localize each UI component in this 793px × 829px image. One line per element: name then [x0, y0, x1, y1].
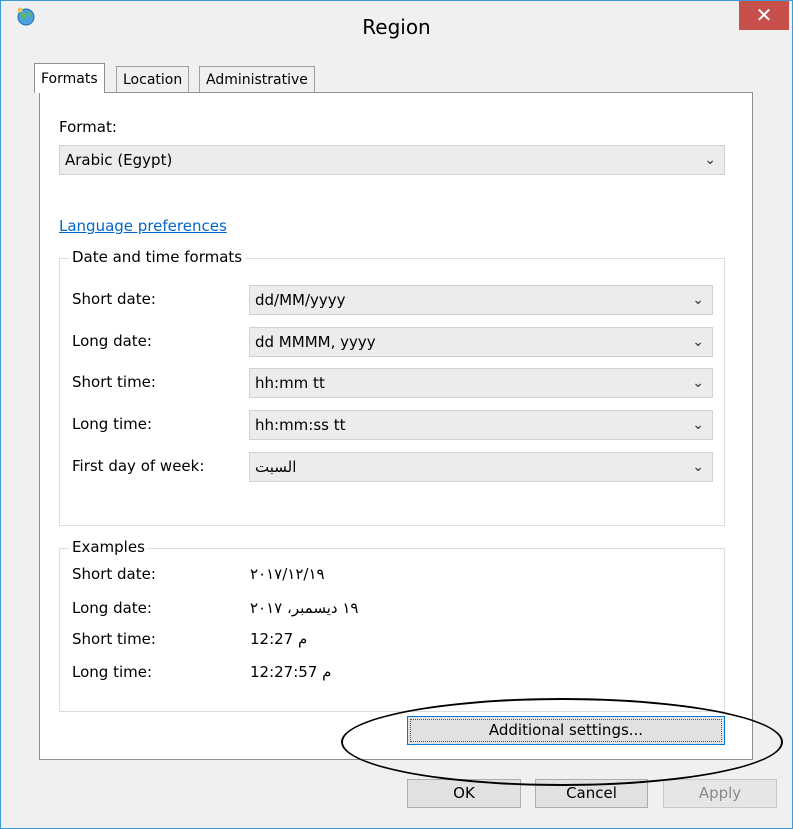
long-date-dropdown[interactable]: dd MMMM, yyyy ⌄	[249, 327, 713, 357]
datetime-group-title: Date and time formats	[69, 248, 246, 266]
short-date-dropdown[interactable]: dd/MM/yyyy ⌄	[249, 285, 713, 315]
tab-administrative[interactable]: Administrative	[199, 66, 315, 92]
format-dropdown[interactable]: Arabic (Egypt) ⌄	[59, 145, 725, 175]
formats-panel: Format: Arabic (Egypt) ⌄ Language prefer…	[39, 92, 753, 760]
apply-button[interactable]: Apply	[663, 779, 777, 808]
chevron-down-icon: ⌄	[692, 417, 704, 433]
example-long-time-label: Long time:	[72, 663, 153, 681]
examples-group: Examples Short date: ٢٠١٧/١٢/١٩ Long dat…	[59, 538, 725, 712]
short-time-dropdown[interactable]: hh:mm tt ⌄	[249, 368, 713, 398]
example-short-date-label: Short date:	[72, 565, 156, 583]
examples-group-title: Examples	[69, 538, 148, 556]
example-short-time-value: 12:27 م	[250, 630, 308, 648]
format-label: Format:	[59, 118, 117, 136]
chevron-down-icon: ⌄	[692, 292, 704, 308]
example-long-date-label: Long date:	[72, 599, 152, 617]
chevron-down-icon: ⌄	[692, 375, 704, 391]
chevron-down-icon: ⌄	[704, 152, 716, 168]
long-time-label: Long time:	[72, 415, 153, 433]
close-icon: ✕	[755, 3, 773, 27]
short-date-value: dd/MM/yyyy	[255, 291, 346, 309]
example-long-time-value: 12:27:57 م	[250, 663, 332, 681]
short-time-label: Short time:	[72, 373, 156, 391]
tab-location[interactable]: Location	[116, 66, 190, 92]
short-date-label: Short date:	[72, 290, 156, 308]
cancel-button[interactable]: Cancel	[535, 779, 648, 808]
long-date-label: Long date:	[72, 332, 152, 350]
ok-button[interactable]: OK	[407, 779, 521, 808]
title-bar: Region ✕	[1, 1, 792, 58]
example-short-date-value: ٢٠١٧/١٢/١٩	[250, 565, 325, 583]
language-preferences-link[interactable]: Language preferences	[59, 217, 227, 235]
tab-formats[interactable]: Formats	[34, 63, 105, 93]
chevron-down-icon: ⌄	[692, 459, 704, 475]
window-title: Region	[362, 15, 431, 39]
close-button[interactable]: ✕	[739, 1, 789, 30]
example-short-time-label: Short time:	[72, 630, 156, 648]
long-time-value: hh:mm:ss tt	[255, 416, 346, 434]
first-day-of-week-dropdown[interactable]: السبت ⌄	[249, 452, 713, 482]
chevron-down-icon: ⌄	[692, 334, 704, 350]
first-day-of-week-value: السبت	[255, 458, 297, 476]
region-dialog: Region ✕ Formats Location Administrative…	[0, 0, 793, 829]
long-time-dropdown[interactable]: hh:mm:ss tt ⌄	[249, 410, 713, 440]
long-date-value: dd MMMM, yyyy	[255, 333, 376, 351]
additional-settings-button[interactable]: Additional settings...	[407, 716, 725, 745]
short-time-value: hh:mm tt	[255, 374, 325, 392]
example-long-date-value: ١٩ ديسمبر، ٢٠١٧	[250, 599, 359, 617]
first-day-of-week-label: First day of week:	[72, 457, 205, 475]
datetime-formats-group: Date and time formats Short date: dd/MM/…	[59, 248, 725, 526]
format-dropdown-value: Arabic (Egypt)	[65, 151, 173, 169]
